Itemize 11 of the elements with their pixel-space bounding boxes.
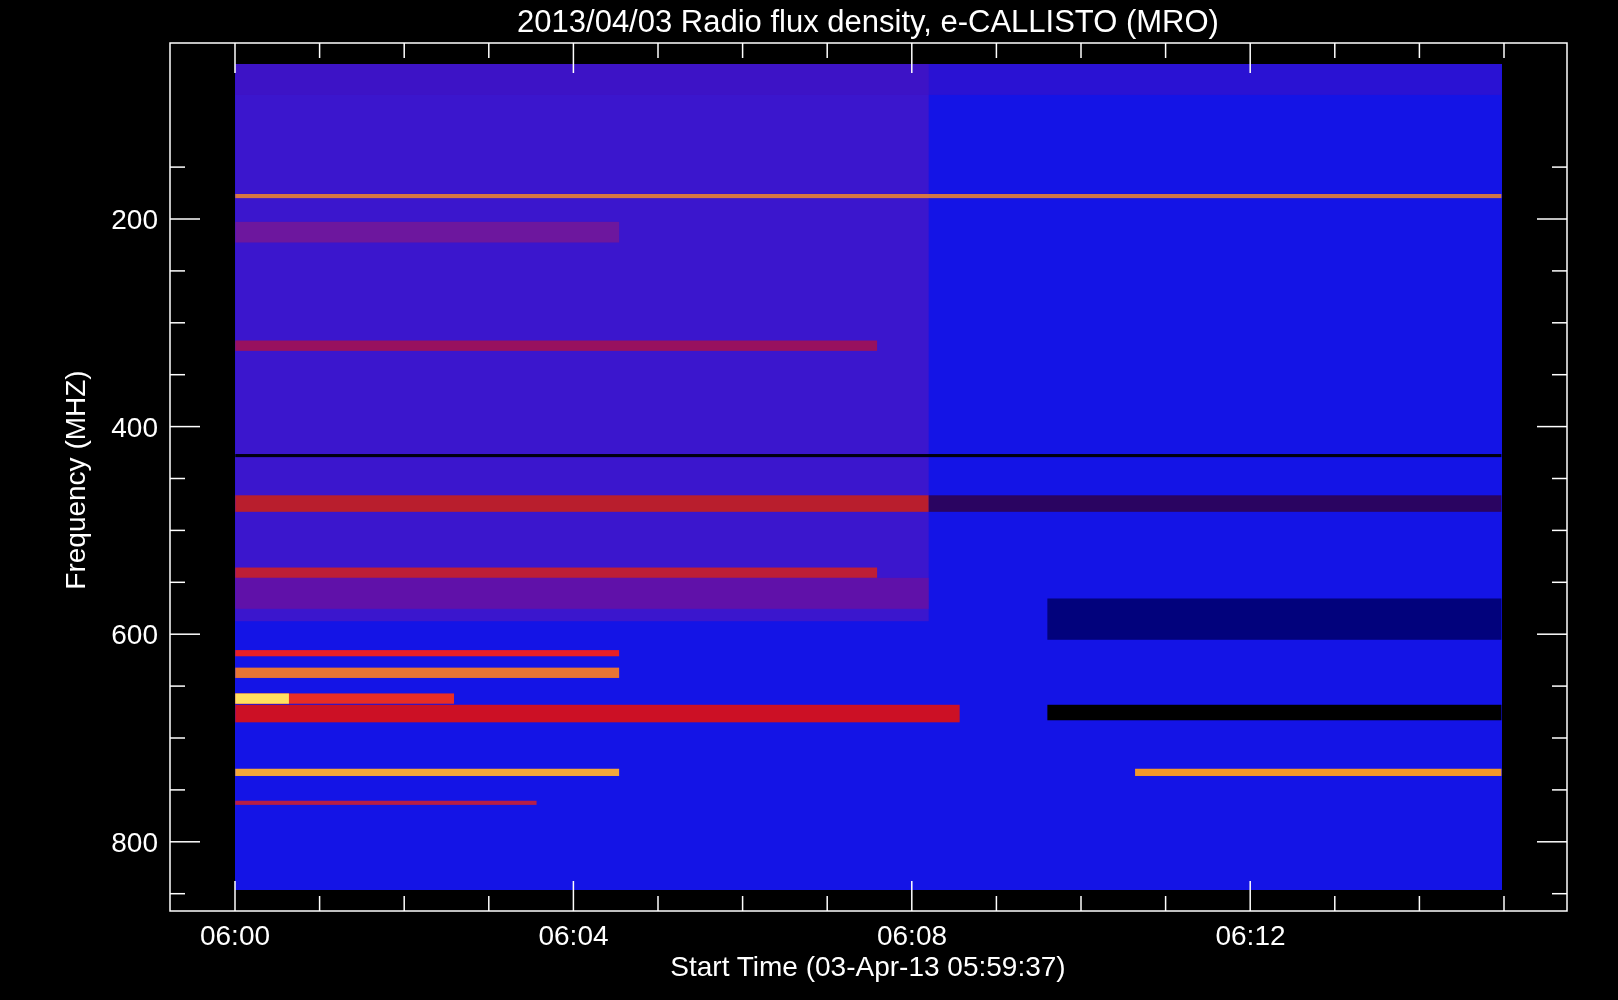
plot-title: 2013/04/03 Radio flux density, e-CALLISTO (MRO) bbox=[517, 4, 1219, 39]
y-tick-label: 400 bbox=[111, 411, 158, 443]
x-axis-label: Start Time (03-Apr-13 05:59:37) bbox=[670, 951, 1066, 982]
y-tick-label: 200 bbox=[111, 204, 158, 235]
x-tick-label: 06:08 bbox=[876, 920, 948, 951]
x-tick-label: 06:00 bbox=[199, 920, 271, 951]
y-axis-label: Frequency (MHZ) bbox=[60, 370, 91, 590]
x-tick-label: 06:04 bbox=[538, 920, 609, 951]
y-tick-label: 800 bbox=[111, 826, 158, 858]
y-tick-label: 600 bbox=[111, 619, 158, 650]
x-tick-label: 06:12 bbox=[1215, 920, 1286, 951]
